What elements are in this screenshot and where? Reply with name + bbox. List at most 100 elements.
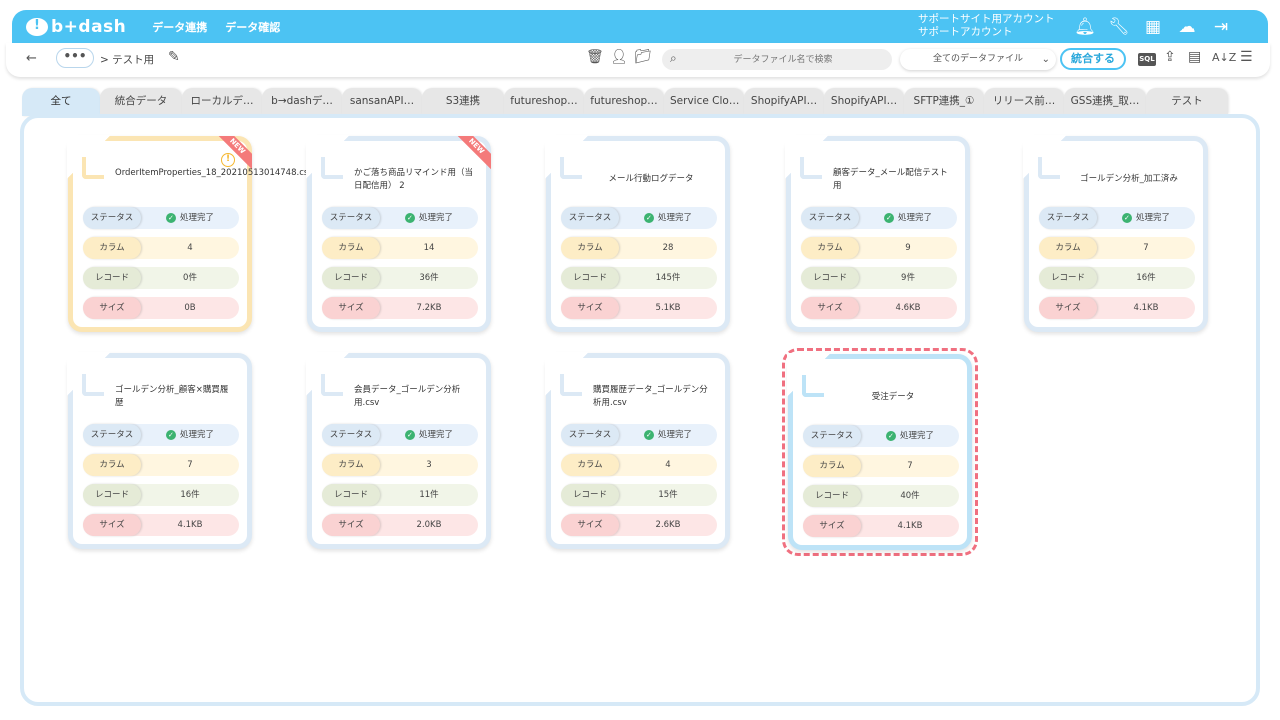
file-corner-icon	[800, 157, 822, 179]
status-text: 処理完了	[418, 430, 453, 440]
status-value: ✓ 処理完了	[141, 424, 239, 446]
tab-test[interactable]: テスト	[1146, 88, 1228, 114]
merge-button[interactable]: 統合する	[1060, 48, 1126, 70]
status-label: ステータス	[561, 207, 619, 229]
status-label: ステータス	[322, 207, 380, 229]
data-file-card[interactable]: 購買履歴データ_ゴールデン分析用.csv ステータス ✓ 処理完了 カラム 4 レコー…	[545, 352, 730, 549]
record-value: 16件	[180, 490, 200, 500]
column-value: 4	[187, 243, 193, 253]
add-folder-icon[interactable]: 📁︎	[634, 49, 652, 65]
tab-pre-release[interactable]: リリース前…	[984, 88, 1064, 114]
status-row: ステータス ✓ 処理完了	[1039, 207, 1195, 229]
tab-shopify-2[interactable]: ShopifyAPI…	[824, 88, 904, 114]
nav-data-check[interactable]: データ確認	[225, 19, 280, 35]
tab-local[interactable]: ローカルデ…	[182, 88, 262, 114]
status-value: ✓ 処理完了	[619, 207, 717, 229]
record-value: 15件	[658, 490, 678, 500]
record-label: レコード	[561, 484, 619, 506]
size-row: サイズ 4.1KB	[83, 514, 239, 536]
column-row: カラム 14	[322, 237, 478, 259]
size-row: サイズ 0B	[83, 297, 239, 319]
card-title: かご落ち商品リマインド用（当日配信用） 2	[354, 168, 474, 191]
record-row: レコード 16件	[1039, 267, 1195, 289]
tab-sftp[interactable]: SFTP連携_①	[904, 88, 984, 114]
size-value: 0B	[184, 303, 196, 313]
list-view-icon[interactable]: ☰	[1240, 49, 1253, 65]
breadcrumb: > テスト用	[100, 54, 155, 66]
file-corner-icon	[560, 374, 582, 396]
size-label: サイズ	[83, 297, 141, 319]
data-file-card[interactable]: ゴールデン分析_加工済み ステータス ✓ 処理完了 カラム 7 レコード 16件 サイズ…	[1023, 135, 1208, 332]
logout-icon[interactable]: ⇥	[1210, 16, 1232, 38]
tab-futureshop-1[interactable]: futureshop…	[504, 88, 584, 114]
logo-text: b+dash	[51, 16, 127, 37]
account-line-2: サポートアカウント	[918, 26, 1013, 38]
tab-sansan[interactable]: sansanAPI…	[342, 88, 422, 114]
list-detail-icon[interactable]: ▤	[1188, 49, 1201, 65]
upload-icon[interactable]: ⇪	[1164, 49, 1176, 65]
app-logo[interactable]: b+dash	[26, 17, 126, 37]
file-filter-select[interactable]: 全てのデータファイル ⌄	[900, 49, 1056, 70]
grid-icon[interactable]: ▦	[1142, 16, 1164, 38]
data-file-card[interactable]: メール行動ログデータ ステータス ✓ 処理完了 カラム 28 レコード 145件 サイズ…	[545, 135, 730, 332]
tab-service-cloud[interactable]: Service Clo…	[664, 88, 744, 114]
logo-bubble-icon	[26, 17, 48, 36]
status-row: ステータス ✓ 処理完了	[322, 424, 478, 446]
check-icon: ✓	[404, 212, 415, 223]
warning-icon[interactable]: !	[221, 153, 235, 167]
breadcrumb-more-button[interactable]: •••	[56, 48, 94, 68]
data-file-card-selected[interactable]: 受注データ ステータス ✓ 処理完了 カラム 7 レコード 40件 サイズ 4.1KB	[787, 353, 972, 550]
status-text: 処理完了	[179, 213, 214, 223]
record-value: 9件	[901, 273, 915, 283]
data-file-card[interactable]: NEW ! OrderItemProperties_18_20210513014…	[67, 135, 313, 332]
status-row: ステータス ✓ 処理完了	[322, 207, 478, 229]
tab-futureshop-2[interactable]: futureshop…	[584, 88, 664, 114]
tab-bdash[interactable]: b→dashデ…	[262, 88, 342, 114]
column-value: 28	[662, 243, 674, 253]
account-info[interactable]: サポートサイト用アカウント サポートアカウント	[918, 13, 1055, 39]
tab-all[interactable]: 全て	[22, 88, 100, 116]
data-file-card[interactable]: NEW かご落ち商品リマインド用（当日配信用） 2 ステータス ✓ 処理完了 カラム…	[306, 135, 491, 332]
size-label: サイズ	[1039, 297, 1097, 319]
tab-merged[interactable]: 統合データ	[100, 88, 182, 114]
column-row: カラム 7	[803, 455, 959, 477]
status-row: ステータス ✓ 処理完了	[801, 207, 957, 229]
data-file-card[interactable]: 顧客データ_メール配信テスト用 ステータス ✓ 処理完了 カラム 9 レコード 9件 サ…	[785, 135, 970, 332]
status-text: 処理完了	[657, 213, 692, 223]
tab-s3[interactable]: S3連携	[422, 88, 504, 114]
check-icon: ✓	[404, 429, 415, 440]
sort-az-icon[interactable]: A↓Z	[1212, 51, 1236, 64]
wrench-icon[interactable]: 🔧︎	[1108, 16, 1130, 38]
check-icon: ✓	[1121, 212, 1132, 223]
chat-icon[interactable]: ☁	[1176, 16, 1198, 38]
record-row: レコード 0件	[83, 267, 239, 289]
check-icon: ✓	[643, 429, 654, 440]
chevron-down-icon: ⌄	[1041, 54, 1050, 65]
status-label: ステータス	[83, 207, 141, 229]
tab-shopify-1[interactable]: ShopifyAPI…	[744, 88, 824, 114]
size-label: サイズ	[322, 297, 380, 319]
sql-icon[interactable]: SQL	[1138, 53, 1156, 66]
data-file-card[interactable]: 会員データ_ゴールデン分析用.csv ステータス ✓ 処理完了 カラム 3 レコード 1…	[306, 352, 491, 549]
toolbar: ← ••• > テスト用 ✎ 🗑︎ 👤︎ 📁︎ ⌕ 全てのデータファイル ⌄ 統…	[6, 43, 1270, 77]
size-value: 2.6KB	[655, 520, 681, 530]
data-file-card[interactable]: ゴールデン分析_顧客×購買履歴 ステータス ✓ 処理完了 カラム 7 レコード 16件 …	[67, 352, 252, 549]
column-row: カラム 28	[561, 237, 717, 259]
top-icons: 🔔︎ 🔧︎ ▦ ☁ ⇥	[1074, 16, 1232, 38]
status-value: ✓ 処理完了	[861, 425, 959, 447]
status-value: ✓ 処理完了	[619, 424, 717, 446]
edit-pencil-icon[interactable]: ✎	[168, 49, 180, 65]
column-row: カラム 7	[83, 454, 239, 476]
record-value: 11件	[419, 490, 439, 500]
user-check-icon[interactable]: 👤︎	[610, 49, 628, 65]
tab-gss[interactable]: GSS連携_取…	[1064, 88, 1146, 114]
trash-icon[interactable]: 🗑︎	[586, 49, 604, 65]
search-input[interactable]	[688, 51, 878, 68]
back-arrow-icon[interactable]: ←	[26, 51, 37, 66]
status-value: ✓ 処理完了	[1097, 207, 1195, 229]
size-label: サイズ	[801, 297, 859, 319]
record-row: レコード 36件	[322, 267, 478, 289]
bell-icon[interactable]: 🔔︎	[1074, 16, 1096, 38]
column-label: カラム	[322, 237, 380, 259]
nav-data-link[interactable]: データ連携	[152, 19, 207, 35]
